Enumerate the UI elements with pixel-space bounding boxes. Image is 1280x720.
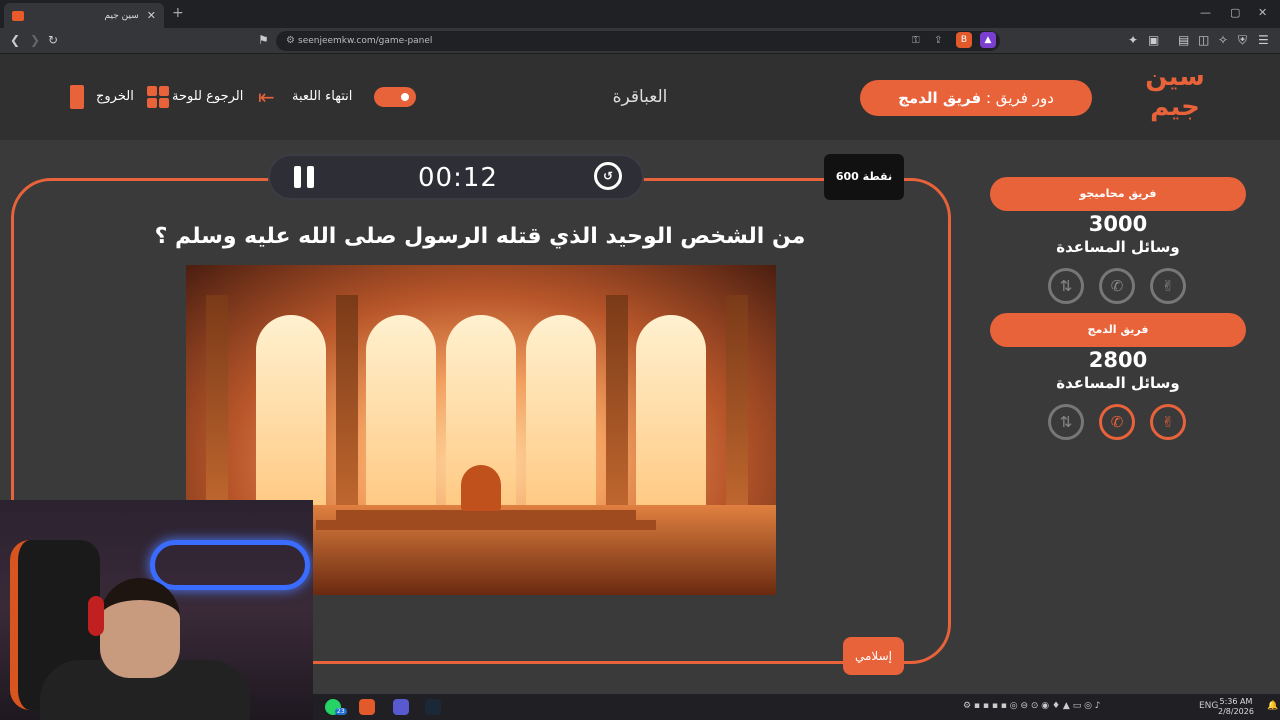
share-icon[interactable]: ⇪ <box>934 35 942 46</box>
team-score: 2800 <box>1088 348 1148 372</box>
wallet-icon[interactable]: ◫ <box>1198 33 1209 47</box>
browser-toolbar: ❮ ❯ ↻ ⚑ seenjeemkw.com/game-panel ⚙ ⚿ ⇪ … <box>0 28 1280 54</box>
team-score: 3000 <box>1088 212 1148 236</box>
reload-icon[interactable]: ↻ <box>48 33 58 47</box>
tab-title: سين جيم <box>104 10 139 21</box>
help-tools-label: وسائل المساعدة <box>1056 238 1180 256</box>
new-tab-button[interactable]: + <box>172 5 184 21</box>
back-to-board-button[interactable]: الرجوع للوحة <box>172 89 243 104</box>
discord-icon[interactable] <box>393 699 409 715</box>
board-grid-icon[interactable] <box>147 86 169 108</box>
exit-button[interactable]: الخروج <box>96 89 134 104</box>
site-info-icon[interactable]: ⚙ <box>286 35 295 46</box>
sidebar-icon[interactable]: ▤ <box>1178 33 1189 47</box>
browser-tab-bar: سين جيم ✕ + — ▢ ✕ <box>0 0 1280 28</box>
back-arrow-icon[interactable]: ⇤ <box>258 85 275 109</box>
end-game-toggle[interactable] <box>374 87 416 107</box>
turn-indicator: دور فريق : فريق الدمج <box>860 80 1092 116</box>
leo-ai-icon[interactable]: ✧ <box>1218 33 1228 47</box>
pause-icon[interactable] <box>294 166 314 188</box>
extensions-icon[interactable]: ✦ <box>1128 33 1138 47</box>
team-name: فريق الدمج <box>990 313 1246 347</box>
tab-close-icon[interactable]: ✕ <box>147 9 156 22</box>
site-logo: سين جيم <box>1145 62 1205 122</box>
window-close-icon[interactable]: ✕ <box>1258 6 1267 19</box>
brave-shields-icon[interactable]: B <box>956 32 972 48</box>
timer-display: 00:12 <box>418 163 498 193</box>
brave-taskbar-icon[interactable] <box>359 699 375 715</box>
switch-question-icon[interactable]: ⇅ <box>1048 268 1084 304</box>
reset-timer-icon[interactable]: ↺ <box>594 162 622 190</box>
screenshot-icon[interactable]: ▣ <box>1148 33 1159 47</box>
two-answers-icon[interactable]: ✌ <box>1150 404 1186 440</box>
taskbar-clock[interactable]: 5:36 AM 2/8/2026 <box>1218 697 1254 717</box>
timer-bar: 00:12 ↺ <box>268 154 644 200</box>
bookmark-icon[interactable]: ⚑ <box>258 33 269 47</box>
whatsapp-badge: 23 <box>335 708 347 715</box>
webcam-overlay <box>0 500 313 720</box>
forward-icon[interactable]: ❯ <box>30 33 40 47</box>
windows-taskbar: 23 ⚙ ▪ ▪ ▪ ▪ ◎ ⊖ ⊙ ◉ ♦ ▲ ▭ ◎ ♪ ENG 🔔 <box>313 694 1280 720</box>
minimize-icon[interactable]: — <box>1200 6 1211 19</box>
question-category-tag: إسلامي <box>843 637 904 675</box>
site-favicon-icon <box>12 10 24 21</box>
tray-icons[interactable]: ⚙ ▪ ▪ ▪ ▪ ◎ ⊖ ⊙ ◉ ♦ ▲ ▭ ◎ ♪ <box>963 701 1101 711</box>
vpn-icon[interactable]: ⛨ <box>1238 33 1247 48</box>
browser-tab[interactable]: سين جيم ✕ <box>4 3 164 28</box>
call-friend-icon[interactable]: ✆ <box>1099 404 1135 440</box>
key-icon[interactable]: ⚿ <box>912 35 920 46</box>
help-tools-label: وسائل المساعدة <box>1056 374 1180 392</box>
language-indicator[interactable]: ENG <box>1199 701 1218 711</box>
turn-team: فريق الدمج <box>898 89 982 107</box>
back-icon[interactable]: ❮ <box>10 33 20 47</box>
category-title: العباقرة <box>612 87 668 107</box>
brave-rewards-icon[interactable]: ▲ <box>980 32 996 48</box>
call-friend-icon[interactable]: ✆ <box>1099 268 1135 304</box>
game-header: سين جيم دور فريق : فريق الدمج العباقرة ا… <box>0 54 1280 140</box>
end-game-label[interactable]: انتهاء اللعبة <box>292 89 352 104</box>
notification-icon[interactable]: 🔔 <box>1267 701 1278 711</box>
two-answers-icon[interactable]: ✌ <box>1150 268 1186 304</box>
url-field[interactable]: seenjeemkw.com/game-panel <box>276 31 1000 51</box>
points-badge: 600 نقطة <box>824 154 904 200</box>
exit-door-icon[interactable] <box>70 85 84 109</box>
menu-icon[interactable]: ☰ <box>1258 33 1269 47</box>
question-text: من الشخص الوحيد الذي قتله الرسول صلى الل… <box>154 224 806 249</box>
steam-icon[interactable] <box>425 699 441 715</box>
switch-question-icon[interactable]: ⇅ <box>1048 404 1084 440</box>
team-name: فريق محاميجو <box>990 177 1246 211</box>
maximize-icon[interactable]: ▢ <box>1230 6 1240 19</box>
turn-label: دور فريق : <box>985 89 1054 107</box>
